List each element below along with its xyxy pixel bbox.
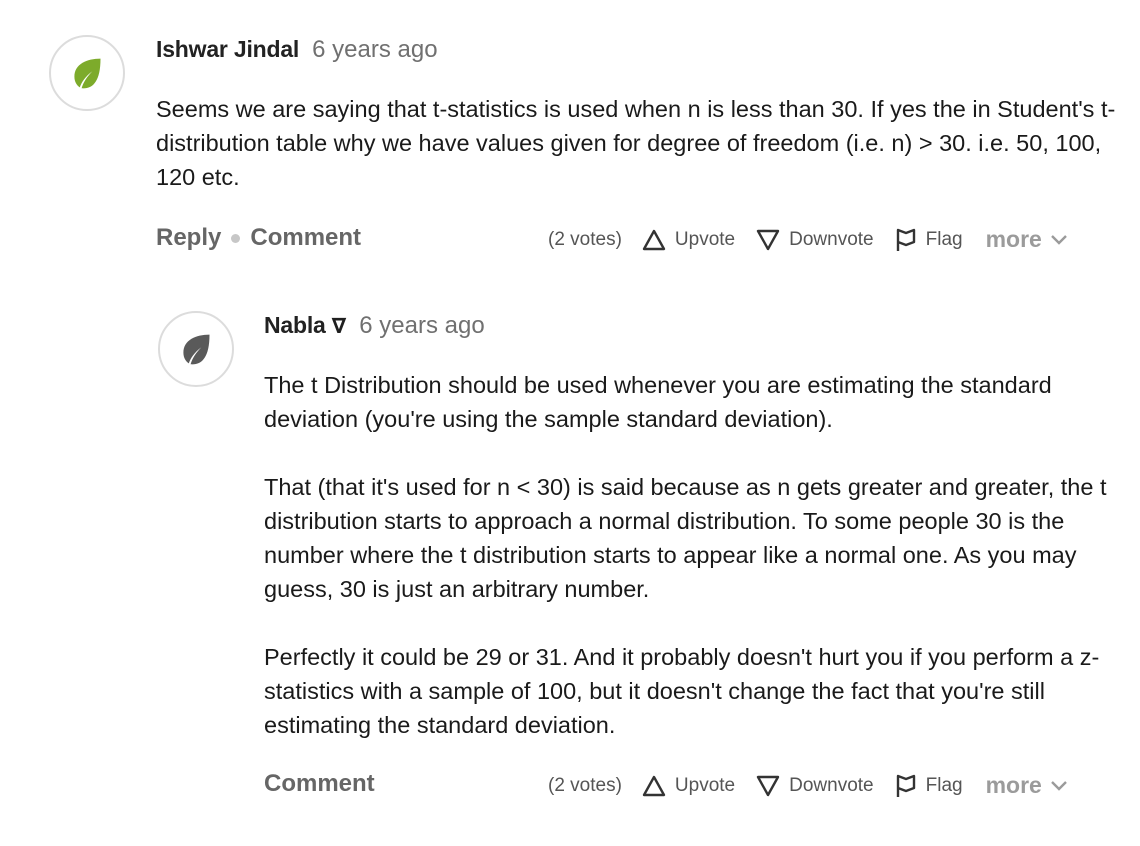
flag-button[interactable]: Flag	[895, 228, 963, 252]
vote-count: (2 votes)	[548, 228, 622, 250]
more-button[interactable]: more	[986, 772, 1067, 799]
author-badge: ∇	[331, 315, 347, 338]
flag-label: Flag	[925, 228, 963, 250]
comment-paragraph: Perfectly it could be 29 or 31. And it p…	[264, 644, 1100, 738]
comment-body: The t Distribution should be used whenev…	[264, 368, 1124, 742]
flag-icon	[896, 228, 915, 251]
chevron-down-icon	[1050, 780, 1067, 791]
comment: Nabla ∇ 6 years ago The t Distribution s…	[0, 290, 1140, 846]
comment-body: Seems we are saying that t-statistics is…	[156, 92, 1116, 194]
more-label: more	[985, 226, 1042, 252]
comment-button[interactable]: Comment	[264, 770, 375, 798]
leaf-icon	[183, 334, 210, 365]
timestamp[interactable]: 6 years ago	[312, 36, 437, 64]
comment-paragraph: That (that it's used for n < 30) is said…	[264, 474, 1107, 602]
leaf-icon	[74, 58, 101, 89]
vote-count: (2 votes)	[548, 774, 622, 796]
avatar[interactable]	[49, 35, 125, 111]
reply-button[interactable]: Reply	[156, 224, 221, 252]
downvote-icon	[756, 229, 780, 250]
comment: Ishwar Jindal 6 years ago Seems we are s…	[0, 0, 1140, 290]
downvote-button[interactable]: Downvote	[756, 775, 874, 797]
downvote-button[interactable]: Downvote	[756, 229, 874, 251]
upvote-button[interactable]: Upvote	[642, 775, 735, 797]
chevron-down-icon	[1050, 234, 1067, 245]
upvote-label: Upvote	[674, 228, 736, 250]
comment-header: Nabla ∇ 6 years ago	[264, 312, 485, 340]
downvote-label: Downvote	[789, 228, 874, 250]
flag-button[interactable]: Flag	[895, 774, 963, 798]
flag-label: Flag	[925, 774, 963, 796]
upvote-icon	[642, 775, 666, 796]
comment-paragraph: Seems we are saying that t-statistics is…	[156, 96, 1116, 190]
flag-icon	[896, 774, 915, 797]
comment-actions: Comment (2 votes) Upvote Downvote Flag m…	[0, 768, 1140, 808]
more-button[interactable]: more	[986, 226, 1067, 253]
author-name[interactable]: Ishwar Jindal	[156, 36, 299, 63]
separator-dot	[231, 233, 241, 243]
avatar[interactable]	[158, 311, 234, 387]
upvote-button[interactable]: Upvote	[642, 229, 735, 251]
comment-button[interactable]: Comment	[250, 224, 361, 252]
comment-header: Ishwar Jindal 6 years ago	[156, 36, 438, 64]
comment-paragraph: The t Distribution should be used whenev…	[264, 372, 1052, 432]
upvote-label: Upvote	[674, 774, 736, 796]
more-label: more	[985, 772, 1042, 798]
comment-actions: Reply Comment (2 votes) Upvote Downvote …	[0, 222, 1140, 262]
timestamp[interactable]: 6 years ago	[359, 312, 484, 340]
downvote-label: Downvote	[789, 774, 874, 796]
upvote-icon	[642, 229, 666, 250]
downvote-icon	[756, 775, 780, 796]
author-name[interactable]: Nabla	[264, 312, 326, 339]
